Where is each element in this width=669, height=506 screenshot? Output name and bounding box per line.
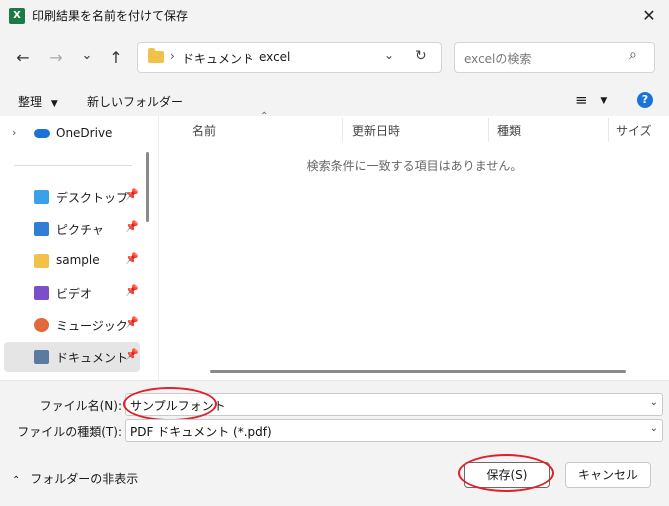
search-placeholder: excelの検索	[464, 52, 532, 66]
filename-label: ファイル名(N):	[39, 399, 122, 413]
sidebar-divider	[14, 165, 132, 166]
up-button[interactable]: ↑	[102, 44, 130, 72]
back-button[interactable]: ←	[9, 44, 37, 72]
pane-divider[interactable]	[158, 116, 159, 380]
filetype-select[interactable]: PDF ドキュメント (*.pdf) ⌄	[125, 419, 663, 442]
music-icon	[34, 318, 49, 332]
column-separator[interactable]	[488, 118, 489, 142]
address-dropdown-icon[interactable]: ⌄	[384, 48, 394, 62]
sidebar-item-label: ドキュメント	[56, 351, 129, 365]
up-arrow-icon: ↑	[109, 48, 123, 67]
excel-app-icon: X	[9, 8, 25, 24]
pictures-icon	[34, 222, 49, 236]
sidebar-item-label: sample	[56, 253, 100, 267]
cancel-button[interactable]: キャンセル	[565, 462, 651, 488]
sidebar-item-onedrive[interactable]: › OneDrive	[4, 119, 140, 149]
column-header-name[interactable]: 名前	[192, 122, 216, 139]
sidebar-item-desktop[interactable]: デスクトップ 📌	[4, 182, 140, 212]
pin-icon: 📌	[125, 220, 139, 233]
filetype-value: PDF ドキュメント (*.pdf)	[130, 425, 272, 439]
desktop-icon	[34, 190, 49, 204]
caret-down-icon: ▼	[600, 96, 608, 106]
help-icon[interactable]: ?	[637, 92, 653, 108]
chevron-down-icon: ⌄	[81, 48, 93, 63]
file-list[interactable]: ⌃ 名前 更新日時 種類 サイズ 検索条件に一致する項目はありません。	[160, 111, 669, 380]
documents-icon	[34, 350, 49, 364]
navigation-pane: › OneDrive デスクトップ 📌 ピクチャ 📌 sample 📌 ビデオ …	[0, 116, 158, 380]
back-arrow-icon: ←	[16, 48, 30, 67]
organize-label: 整理	[18, 95, 43, 109]
chevron-up-icon: ⌃	[12, 475, 21, 486]
title-bar: X 印刷結果を名前を付けて保存 ✕	[0, 0, 669, 33]
column-header-size[interactable]: サイズ	[616, 122, 652, 139]
close-button[interactable]: ✕	[635, 4, 663, 28]
pin-icon: 📌	[125, 284, 139, 297]
sidebar-item-music[interactable]: ミュージック 📌	[4, 310, 140, 340]
expand-chevron-icon[interactable]: ›	[12, 126, 16, 139]
search-input[interactable]: excelの検索 ⌕	[454, 42, 655, 73]
new-folder-button[interactable]: 新しいフォルダー	[87, 93, 183, 110]
breadcrumb-item-excel[interactable]: excel	[259, 50, 290, 64]
column-header-type[interactable]: 種類	[497, 122, 521, 139]
sort-ascending-icon: ⌃	[260, 111, 269, 122]
column-header-modified[interactable]: 更新日時	[352, 122, 400, 139]
highlight-circle	[458, 454, 554, 492]
pin-icon: 📌	[125, 316, 139, 329]
organize-menu-button[interactable]: 整理 ▼	[18, 93, 58, 110]
breadcrumb-chevron-icon: ›	[170, 49, 175, 63]
chevron-down-icon[interactable]: ⌄	[650, 397, 658, 408]
horizontal-scrollbar[interactable]	[210, 370, 626, 373]
save-form: ファイル名(N): サンプルフォント ⌄ ファイルの種類(T): PDF ドキュ…	[0, 380, 669, 506]
column-separator[interactable]	[608, 118, 609, 142]
pin-icon: 📌	[125, 188, 139, 201]
hide-folders-button[interactable]: ⌃ フォルダーの非表示	[12, 470, 138, 487]
highlight-circle	[123, 387, 217, 421]
new-folder-label: 新しいフォルダー	[87, 95, 184, 109]
pin-icon: 📌	[125, 348, 139, 361]
empty-state-message: 検索条件に一致する項目はありません。	[306, 159, 523, 173]
sidebar-item-label: ミュージック	[56, 319, 128, 333]
hide-folders-label: フォルダーの非表示	[30, 472, 139, 486]
sidebar-item-label: デスクトップ	[56, 191, 129, 205]
refresh-icon[interactable]: ↻	[415, 48, 427, 64]
forward-arrow-icon: →	[49, 48, 63, 67]
sidebar-item-label: ビデオ	[56, 287, 93, 301]
chevron-down-icon: ⌄	[649, 423, 658, 434]
pin-icon: 📌	[125, 252, 139, 265]
sidebar-scrollbar[interactable]	[146, 152, 149, 222]
sidebar-item-documents[interactable]: ドキュメント 📌	[4, 342, 140, 372]
sidebar-item-label: ピクチャ	[56, 223, 104, 237]
recent-locations-button[interactable]: ⌄	[73, 42, 101, 70]
caret-down-icon: ▼	[50, 99, 58, 109]
video-icon	[34, 286, 49, 300]
window-title: 印刷結果を名前を付けて保存	[32, 9, 189, 23]
breadcrumb-chevron-icon: ›	[247, 49, 252, 63]
view-options-button[interactable]: ≡ ▼	[575, 91, 607, 109]
sidebar-item-sample[interactable]: sample 📌	[4, 246, 140, 276]
sidebar-item-label: OneDrive	[56, 126, 113, 140]
list-view-icon: ≡	[575, 91, 588, 109]
folder-icon	[148, 48, 164, 63]
folder-icon	[34, 254, 49, 268]
command-bar: 整理 ▼ 新しいフォルダー ≡ ▼ ?	[0, 86, 669, 116]
forward-button[interactable]: →	[42, 44, 70, 72]
breadcrumb-item-documents[interactable]: ドキュメント	[182, 50, 254, 67]
address-bar[interactable]: › ドキュメント › excel ⌄ ↻	[137, 42, 442, 73]
filetype-label: ファイルの種類(T):	[17, 425, 122, 439]
main-content: › OneDrive デスクトップ 📌 ピクチャ 📌 sample 📌 ビデオ …	[0, 111, 669, 380]
close-icon: ✕	[642, 6, 656, 25]
sidebar-item-pictures[interactable]: ピクチャ 📌	[4, 214, 140, 244]
column-separator[interactable]	[342, 118, 343, 142]
cloud-icon	[34, 129, 50, 138]
sidebar-item-video[interactable]: ビデオ 📌	[4, 278, 140, 308]
search-icon[interactable]: ⌕	[629, 47, 637, 63]
